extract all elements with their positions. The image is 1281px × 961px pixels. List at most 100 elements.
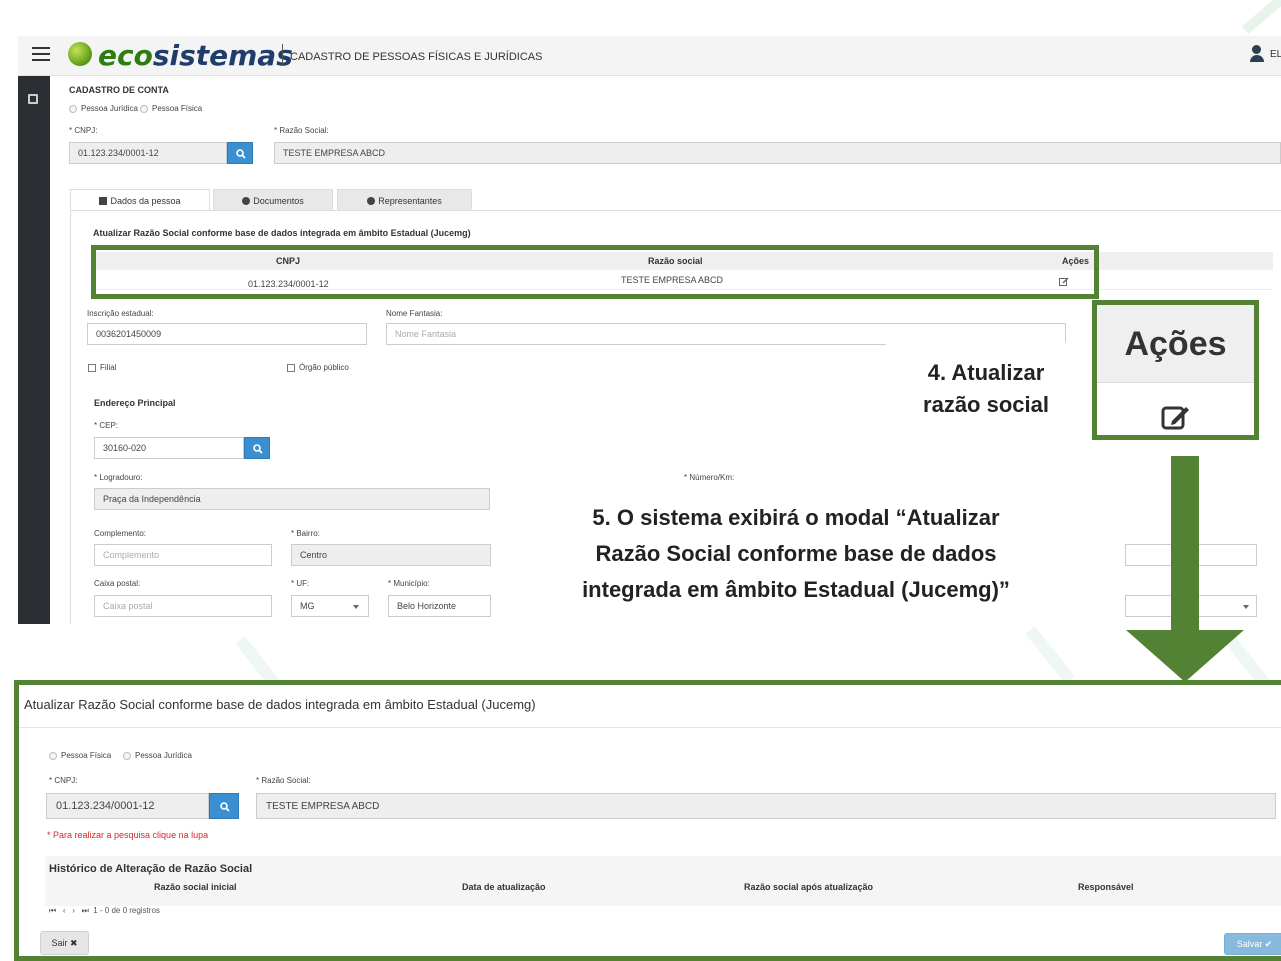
step5-line3: integrada em âmbito Estadual (Jucemg)” — [582, 577, 1010, 602]
modal-radio-pj-label: Pessoa Jurídica — [135, 751, 192, 760]
razao-social-input[interactable]: TESTE EMPRESA ABCD — [274, 142, 1281, 164]
uf-label: * UF: — [291, 579, 310, 588]
save-button[interactable]: Salvar ✔ — [1224, 933, 1281, 955]
radio-pessoa-juridica[interactable] — [69, 105, 77, 113]
users-icon — [367, 197, 376, 205]
modal-divider — [19, 727, 1281, 728]
tab-label: Documentos — [253, 196, 304, 206]
form-section-title: CADASTRO DE CONTA — [69, 85, 169, 95]
user-name[interactable]: EL — [1270, 49, 1281, 60]
modal-radio-pessoa-juridica[interactable] — [123, 752, 131, 760]
next-page-icon[interactable]: › — [72, 906, 75, 915]
header-divider — [282, 44, 283, 66]
orgao-publico-label: Órgão público — [299, 363, 349, 372]
logo-icon — [68, 42, 92, 66]
acoes-zoom-callout: Ações — [1092, 300, 1259, 440]
brand-part1: eco — [98, 39, 153, 72]
prev-page-icon[interactable]: ‹ — [63, 906, 66, 915]
jucemg-modal: Atualizar Razão Social conforme base de … — [14, 680, 1281, 961]
highlight-table-row — [91, 245, 1099, 299]
modal-title: Atualizar Razão Social conforme base de … — [24, 697, 536, 712]
required-note: * Para realizar a pesquisa clique na lup… — [47, 830, 209, 840]
modal-cnpj-label: * CNPJ: — [49, 776, 78, 785]
logradouro-input[interactable]: Praça da Independência — [94, 488, 490, 510]
cnpj-input[interactable]: 01.123.234/0001-12 — [69, 142, 227, 164]
sidebar-document-icon[interactable] — [28, 94, 38, 104]
top-navbar: ecosistemas CADASTRO DE PESSOAS FÍSICAS … — [18, 36, 1281, 76]
brand-part2: sistemas — [152, 39, 293, 72]
radio-pj-label: Pessoa Jurídica — [81, 104, 138, 113]
jucemg-section-title: Atualizar Razão Social conforme base de … — [93, 228, 471, 238]
modal-cnpj-input[interactable]: 01.123.234/0001-12 — [46, 793, 209, 819]
inscricao-estadual-label: Inscrição estadual: — [87, 309, 154, 318]
brand-logo: ecosistemas — [98, 36, 293, 76]
first-page-icon[interactable]: ⏮ — [49, 906, 56, 915]
radio-pessoa-fisica[interactable] — [140, 105, 148, 113]
history-col-date: Data de atualização — [462, 882, 546, 892]
cnpj-search-button[interactable] — [227, 142, 253, 164]
cep-search-button[interactable] — [244, 437, 270, 459]
zoom-header: Ações — [1097, 305, 1254, 383]
history-col-initial: Razão social inicial — [154, 882, 237, 892]
radio-pf-label: Pessoa Física — [152, 104, 203, 113]
cep-label: * CEP: — [94, 421, 119, 430]
history-col-after: Razão social após atualização — [744, 882, 874, 892]
complemento-input[interactable]: Complemento — [94, 544, 272, 566]
complemento-label: Complemento: — [94, 529, 147, 538]
user-icon[interactable] — [1250, 45, 1264, 62]
cnpj-label: * CNPJ: — [69, 126, 98, 135]
numero-label: * Número/Km: — [684, 473, 735, 482]
tab-representantes[interactable]: Representantes — [337, 189, 472, 211]
modal-radio-pessoa-fisica[interactable] — [49, 752, 57, 760]
bairro-input[interactable]: Centro — [291, 544, 491, 566]
tab-documentos[interactable]: Documentos — [213, 189, 333, 211]
modal-razao-input[interactable]: TESTE EMPRESA ABCD — [256, 793, 1276, 819]
tab-label: Representantes — [378, 196, 442, 206]
endereco-principal-title: Endereço Principal — [94, 398, 176, 408]
save-label: Salvar — [1236, 939, 1263, 949]
down-arrow-icon — [1126, 630, 1244, 682]
cep-input[interactable]: 30160-020 — [94, 437, 244, 459]
logradouro-label: * Logradouro: — [94, 473, 143, 482]
caixa-postal-input[interactable]: Caixa postal — [94, 595, 272, 617]
modal-radio-pf-label: Pessoa Física — [61, 751, 112, 760]
orgao-publico-checkbox[interactable] — [287, 364, 295, 372]
search-icon — [220, 802, 230, 812]
municipio-select[interactable]: Belo Horizonte — [388, 595, 491, 617]
close-icon: ✖ — [69, 938, 78, 948]
step5-callout: 5. O sistema exibirá o modal “Atualizar … — [528, 500, 1064, 608]
step5-line1: 5. O sistema exibirá o modal “Atualizar — [592, 505, 1000, 530]
step4-line2: razão social — [923, 392, 1049, 417]
nome-fantasia-label: Nome Fantasia: — [386, 309, 443, 318]
history-col-responsible: Responsável — [1078, 882, 1134, 892]
left-sidebar — [18, 76, 50, 624]
chevron-down-icon — [353, 605, 359, 609]
search-icon — [253, 444, 263, 454]
file-icon — [99, 197, 108, 205]
uf-value: MG — [300, 601, 315, 611]
tab-dados-da-pessoa[interactable]: Dados da pessoa — [70, 189, 210, 211]
modal-search-button[interactable] — [209, 793, 239, 819]
menu-icon[interactable] — [32, 47, 50, 63]
edit-icon[interactable] — [1161, 403, 1191, 431]
pagination: ⏮ ‹ › ⏭ 1 - 0 de 0 registros — [49, 906, 160, 916]
municipio-label: * Município: — [388, 579, 430, 588]
filial-label: Filial — [100, 363, 117, 372]
inscricao-estadual-input[interactable]: 0036201450009 — [87, 323, 367, 345]
exit-button[interactable]: Sair ✖ — [40, 931, 89, 955]
exit-label: Sair — [51, 938, 68, 948]
bairro-label: * Bairro: — [291, 529, 320, 538]
down-arrow-shaft — [1171, 456, 1199, 630]
chevron-down-icon — [1243, 605, 1249, 609]
cloud-icon — [242, 197, 251, 205]
modal-razao-label: * Razão Social: — [256, 776, 311, 785]
last-page-icon[interactable]: ⏭ — [82, 906, 89, 915]
step4-callout: 4. Atualizar razão social — [902, 357, 1070, 421]
razao-social-label: * Razão Social: — [274, 126, 329, 135]
search-icon — [236, 149, 246, 159]
caixa-postal-label: Caixa postal: — [94, 579, 141, 588]
check-icon: ✔ — [1264, 939, 1273, 949]
history-title: Histórico de Alteração de Razão Social — [49, 863, 253, 875]
step5-line2: Razão Social conforme base de dados — [595, 541, 997, 566]
filial-checkbox[interactable] — [88, 364, 96, 372]
